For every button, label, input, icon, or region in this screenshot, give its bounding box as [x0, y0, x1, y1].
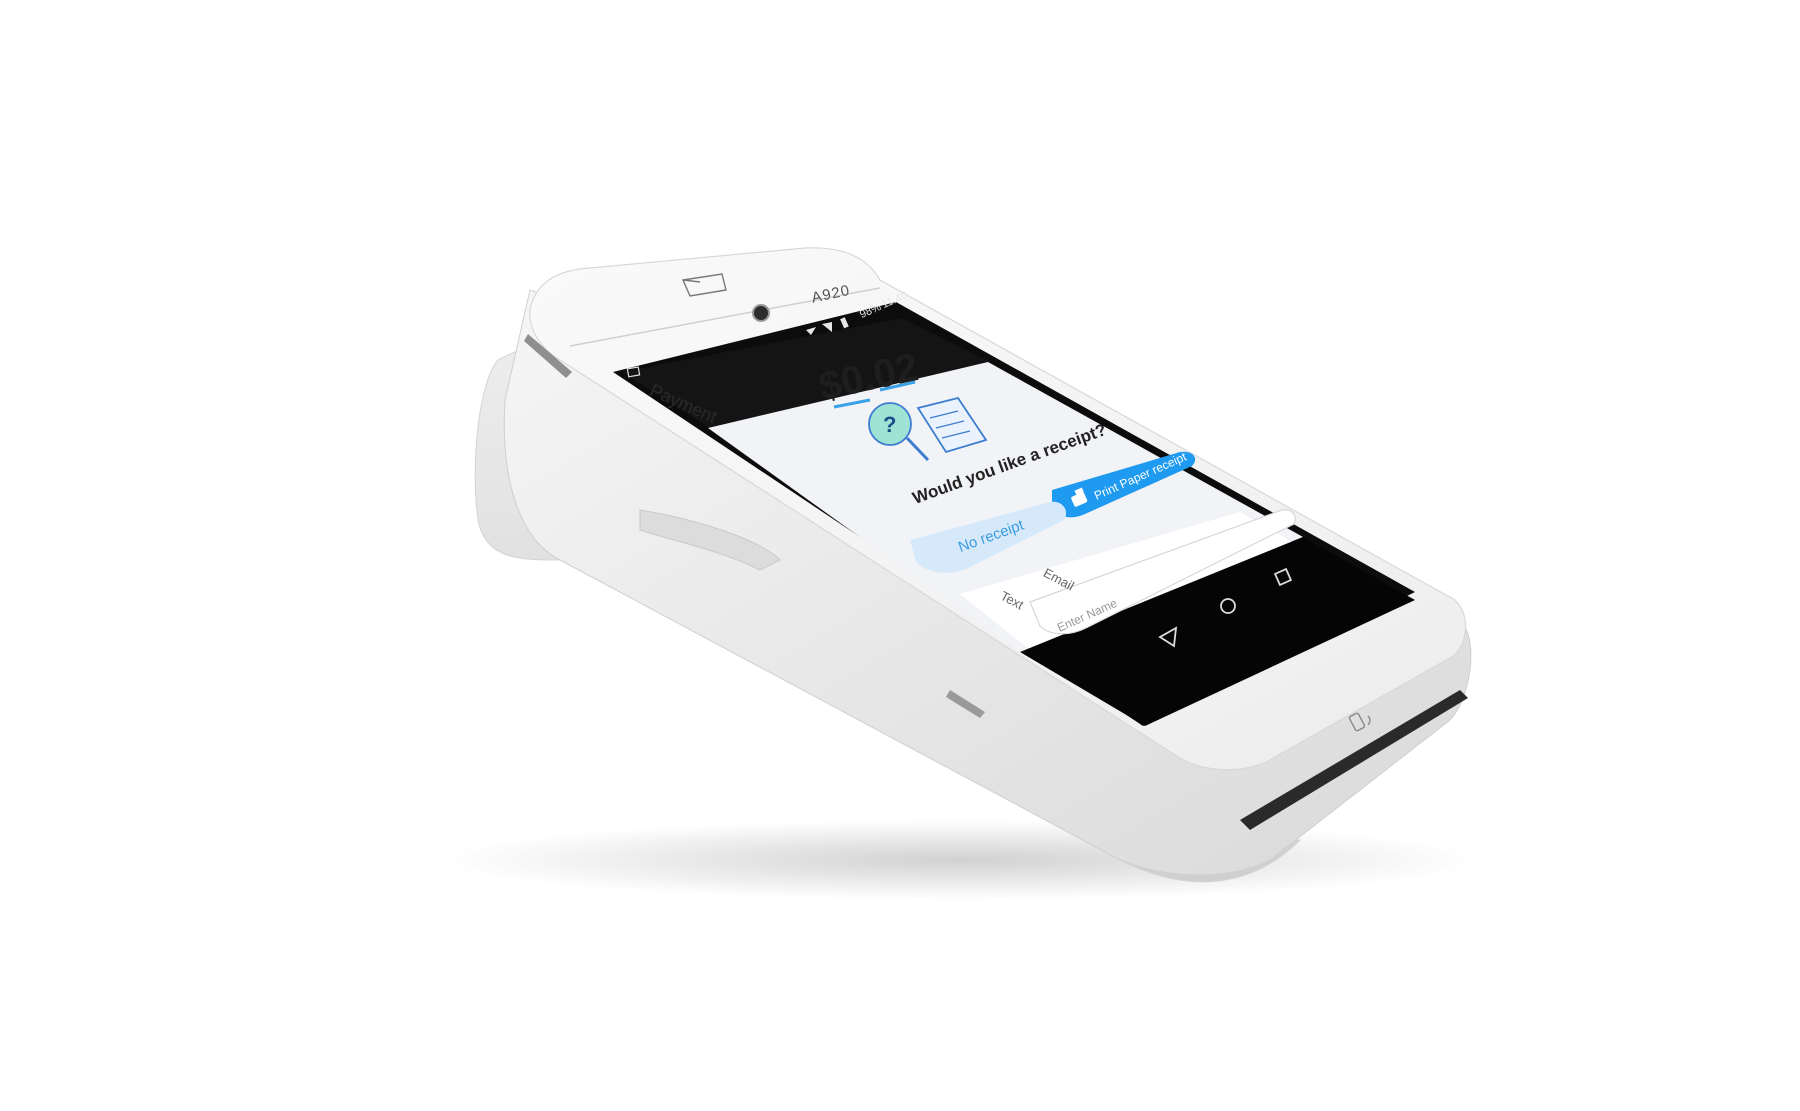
name-input-placeholder: Enter Name: [1055, 595, 1120, 635]
receipt-question: Would you like a receipt?: [910, 419, 1109, 508]
no-receipt-label: No receipt: [956, 516, 1027, 556]
option-email-label[interactable]: Email: [1041, 565, 1077, 594]
device-model-label: A920: [810, 281, 852, 307]
device-text-layer: A920 98% 11:40 Payment $0.02 Would you l…: [0, 0, 1800, 1111]
print-receipt-label: Print Paper receipt: [1092, 449, 1189, 503]
payment-amount: $0.02: [815, 345, 923, 410]
option-text-label[interactable]: Text: [998, 588, 1026, 612]
status-battery: 98%: [858, 301, 884, 321]
app-title: Payment: [646, 380, 720, 428]
status-time: 11:40: [880, 289, 910, 311]
